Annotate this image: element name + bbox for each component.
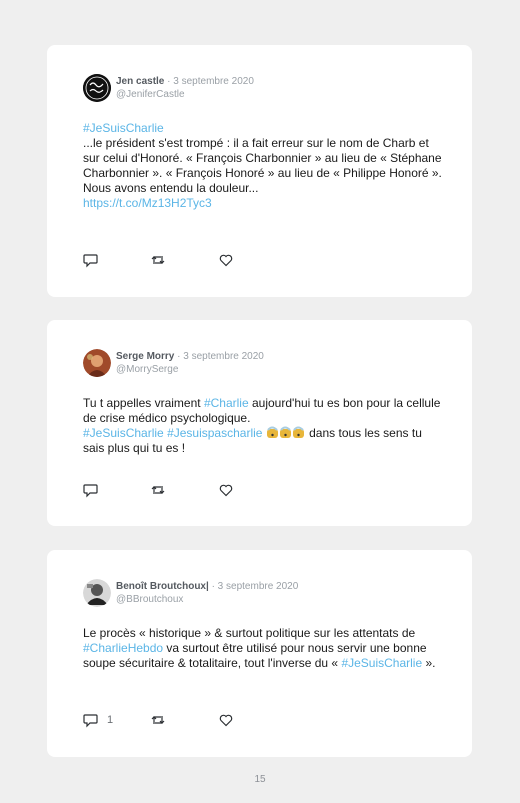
avatar[interactable] (83, 579, 111, 607)
tweet-card: Benoît Broutchoux| · 3 septembre 2020 @B… (47, 550, 472, 757)
tweet-card: Serge Morry · 3 septembre 2020 @MorrySer… (47, 320, 472, 526)
tweet-actions (83, 252, 283, 268)
like-icon (219, 254, 233, 267)
author-name[interactable]: Benoît Broutchoux| (116, 581, 209, 592)
tweet-text-segment: Le procès « historique » & surtout polit… (83, 626, 416, 640)
retweet-icon (151, 486, 165, 494)
author-handle[interactable]: @BBroutchoux (116, 593, 183, 606)
tweet-text: Le procès « historique » & surtout polit… (83, 626, 443, 671)
like-icon (219, 484, 233, 497)
page-number: 15 (254, 774, 266, 785)
author-name[interactable]: Serge Morry (116, 351, 174, 362)
author-handle[interactable]: @JeniferCastle (116, 88, 185, 101)
tweet-text-segment: Tu t appelles vraiment (83, 396, 204, 410)
reply-icon (83, 254, 98, 268)
tweet-actions: 1 (83, 712, 283, 728)
reply-button[interactable] (83, 482, 99, 498)
avatar[interactable] (83, 349, 111, 377)
tweet-text: #JeSuisCharlie ...le président s'est tro… (83, 121, 443, 211)
reply-button[interactable] (83, 252, 99, 268)
tweet-header: Jen castle · 3 septembre 2020 (116, 75, 254, 88)
emoji-icon (266, 426, 304, 438)
retweet-button[interactable] (150, 712, 166, 728)
hashtag-link[interactable]: #JeSuisCharlie (341, 656, 422, 670)
tweet-card: Jen castle · 3 septembre 2020 @JeniferCa… (47, 45, 472, 297)
tweet-text-segment: ...le président s'est trompé : il a fait… (83, 136, 442, 195)
like-button[interactable] (218, 482, 234, 498)
retweet-button[interactable] (150, 252, 166, 268)
tweet-url-link[interactable]: https://t.co/Mz13H2Tyc3 (83, 196, 212, 210)
hashtag-link[interactable]: #JeSuisCharlie (83, 121, 164, 135)
hashtag-link[interactable]: #CharlieHebdo (83, 641, 163, 655)
reply-icon (83, 484, 98, 498)
avatar[interactable] (83, 74, 111, 102)
author-handle[interactable]: @MorrySerge (116, 363, 178, 376)
reply-count: 1 (107, 714, 114, 726)
reply-icon (83, 714, 98, 728)
hashtag-link[interactable]: #JeSuisCharlie (83, 426, 164, 440)
tweet-text: Tu t appelles vraiment #Charlie aujourd'… (83, 396, 443, 456)
like-icon (219, 714, 233, 727)
retweet-button[interactable] (150, 482, 166, 498)
tweet-text-segment: ». (422, 656, 436, 670)
tweet-date[interactable]: · 3 septembre 2020 (167, 76, 254, 87)
tweet-actions (83, 482, 283, 498)
hashtag-link[interactable]: #Jesuispascharlie (167, 426, 262, 440)
hashtag-link[interactable]: #Charlie (204, 396, 249, 410)
like-button[interactable] (218, 252, 234, 268)
author-name[interactable]: Jen castle (116, 76, 164, 87)
avatar-logo-icon (83, 74, 111, 102)
retweet-icon (151, 256, 165, 264)
reply-button[interactable]: 1 (83, 712, 113, 728)
tweet-header: Benoît Broutchoux| · 3 septembre 2020 (116, 580, 298, 593)
retweet-icon (151, 716, 165, 724)
tweet-date[interactable]: · 3 septembre 2020 (177, 351, 264, 362)
tweet-header: Serge Morry · 3 septembre 2020 (116, 350, 264, 363)
like-button[interactable] (218, 712, 234, 728)
tweet-date[interactable]: · 3 septembre 2020 (212, 581, 299, 592)
avatar-photo-icon (83, 579, 111, 607)
avatar-photo-icon (83, 349, 111, 377)
